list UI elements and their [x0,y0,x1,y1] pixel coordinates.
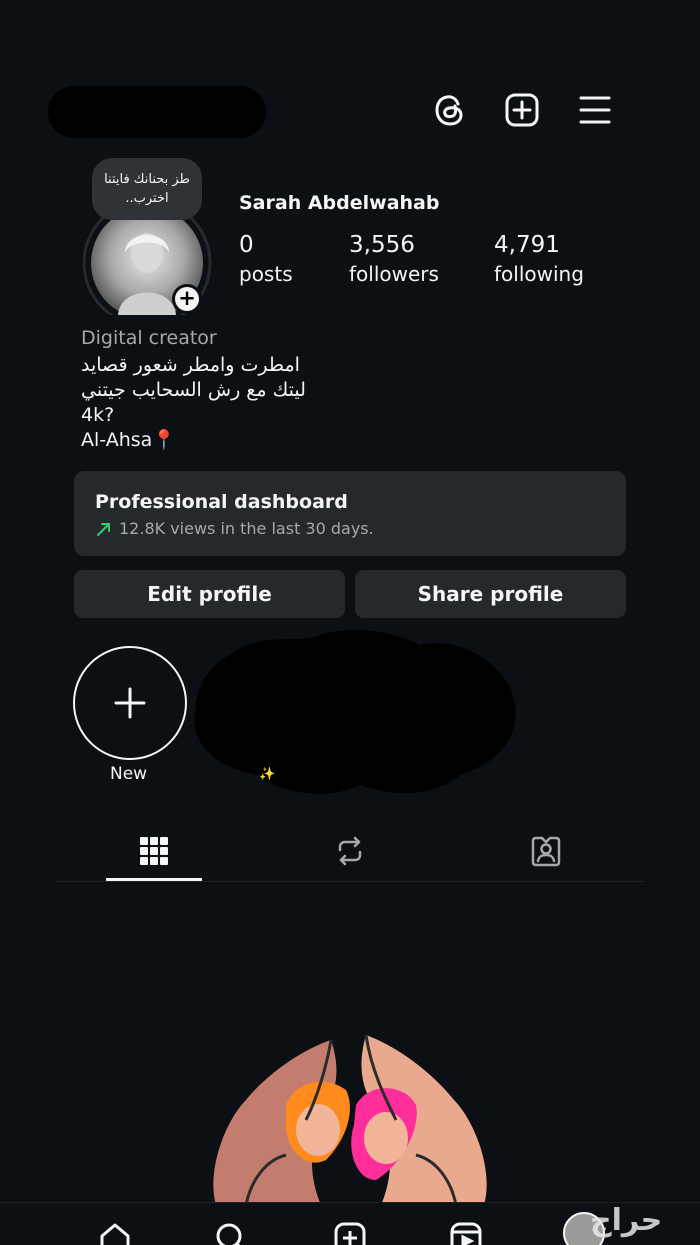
stat-posts[interactable]: 0 posts [239,232,293,286]
username-redacted [48,86,266,138]
grid-icon [140,837,168,865]
reposts-icon [338,836,362,866]
new-highlight-button[interactable] [73,646,187,760]
add-story-badge[interactable]: + [172,284,202,314]
bio-line-2: ليتك مع رش السحايب جيتني [81,379,306,401]
dashboard-title: Professional dashboard [95,491,348,513]
create-post-icon[interactable] [504,92,540,128]
professional-dashboard[interactable]: Professional dashboard 12.8K views in th… [74,471,626,556]
following-label: following [494,262,584,286]
posts-count: 0 [239,232,254,258]
following-count: 4,791 [494,232,560,258]
note-bubble[interactable]: طز بحنانك فايتنا اخترب.. [92,158,202,220]
bio-line-1: امطرت وامطر شعور قصايد [81,354,300,376]
bottom-nav: حراج [0,1202,700,1245]
tab-tagged[interactable] [448,822,644,880]
dashboard-stat: 12.8K views in the last 30 days. [119,519,374,538]
tagged-icon [531,836,561,867]
stat-followers[interactable]: 3,556 followers [349,232,439,286]
stat-following[interactable]: 4,791 following [494,232,584,286]
home-icon[interactable] [98,1221,132,1245]
plus-icon [114,687,146,719]
posts-label: posts [239,262,293,286]
empty-state-illustration [206,1030,494,1206]
bio: امطرت وامطر شعور قصايد ليتك مع رش السحاي… [81,353,306,453]
tabs-divider [56,881,644,882]
highlight-label-sparkle: ✨ [259,767,276,782]
note-text: طز بحنانك فايتنا اخترب.. [104,172,190,206]
new-highlight-label: New [110,764,148,784]
bio-line-3: 4k? [81,404,115,426]
plus-icon: + [175,287,199,311]
followers-label: followers [349,262,439,286]
profile-name: Sarah Abdelwahab [239,192,440,214]
trend-up-icon [97,522,110,536]
search-icon[interactable] [214,1221,248,1245]
share-profile-button[interactable]: Share profile [355,570,626,618]
create-icon[interactable] [333,1221,367,1245]
threads-icon[interactable] [432,92,468,128]
profile-category: Digital creator [81,327,217,349]
watermark: حراج [590,1203,663,1238]
reels-icon[interactable] [449,1221,483,1245]
menu-icon[interactable] [578,94,612,126]
tab-reposts[interactable] [252,822,448,880]
followers-count: 3,556 [349,232,415,258]
tab-grid[interactable] [56,822,252,880]
bio-line-4: Al-Ahsa📍 [81,429,176,451]
edit-profile-button[interactable]: Edit profile [74,570,345,618]
highlights-redacted [190,625,520,800]
